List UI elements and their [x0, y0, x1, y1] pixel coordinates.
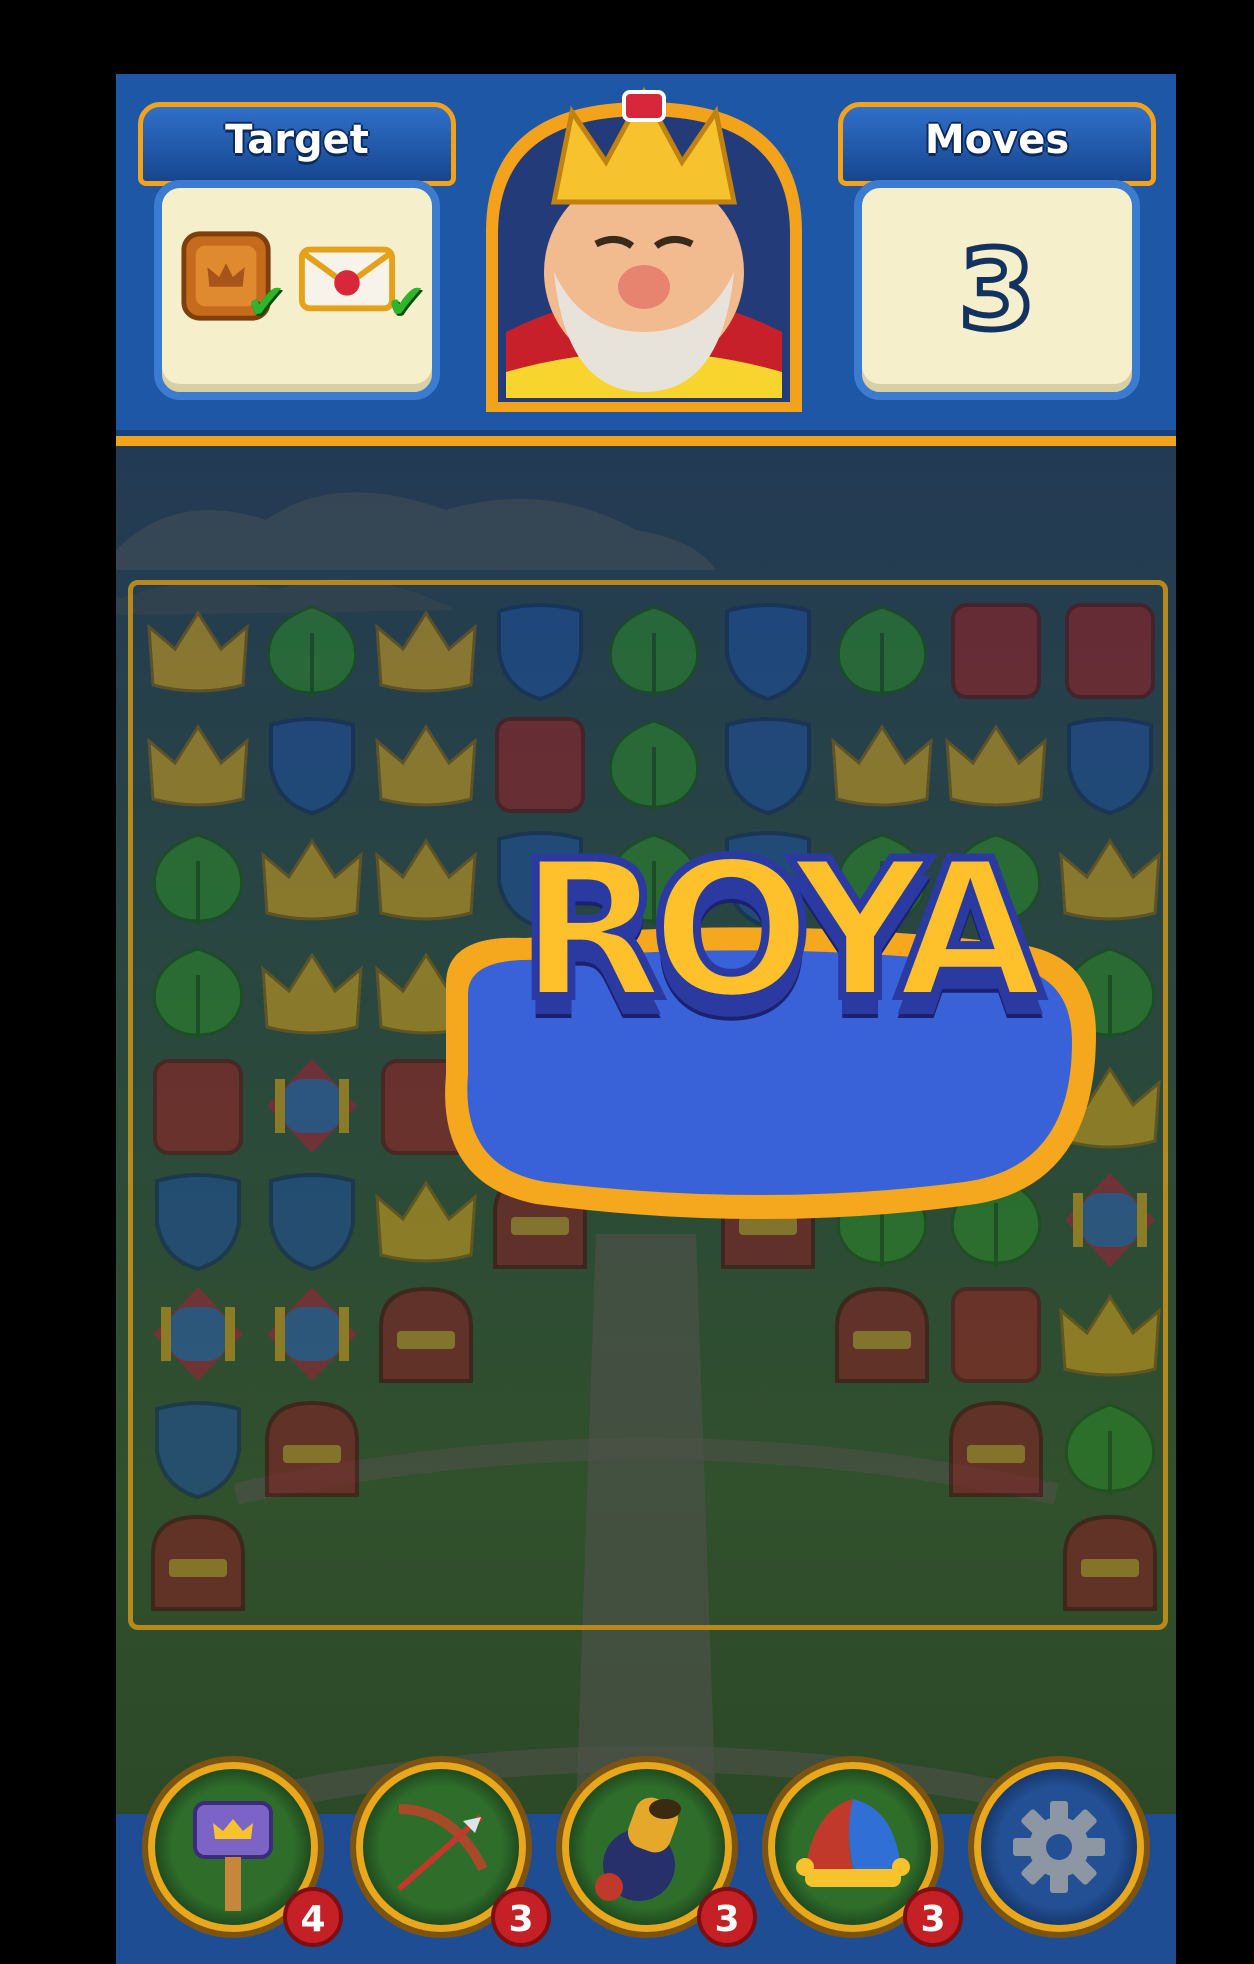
moves-count: 3: [956, 223, 1039, 357]
crown-tile[interactable]: [369, 593, 483, 707]
leaf-tile[interactable]: [141, 935, 255, 1049]
red-book-tile[interactable]: [939, 1277, 1053, 1391]
shield-tile[interactable]: [255, 1163, 369, 1277]
lantern-tile[interactable]: [255, 1277, 369, 1391]
envelope-icon: [298, 246, 396, 312]
moves-box: 3: [854, 180, 1140, 400]
arrow-booster-button[interactable]: 3: [356, 1762, 551, 1947]
red-book-tile[interactable]: [939, 593, 1053, 707]
moves-label: Moves: [924, 117, 1070, 163]
hammer-booster-button[interactable]: 4: [148, 1762, 343, 1947]
game-screen: Target ✔ ✔ Moves 3 ROYA 4 3 3 3: [116, 74, 1176, 1964]
red-book-tile[interactable]: [141, 1049, 255, 1163]
leaf-tile[interactable]: [825, 593, 939, 707]
target-box: ✔ ✔: [154, 180, 440, 400]
chest-tile[interactable]: [825, 1277, 939, 1391]
leaf-tile[interactable]: [255, 593, 369, 707]
jester-count-badge: 3: [903, 1887, 963, 1947]
logo-text: ROYA: [514, 816, 1048, 1045]
settings-gear-icon: [1013, 1801, 1105, 1893]
crown-tile[interactable]: [1053, 1277, 1167, 1391]
crown-tile[interactable]: [255, 935, 369, 1049]
shield-tile[interactable]: [255, 707, 369, 821]
royal-logo: ROYA: [416, 784, 1116, 1234]
chest-tile[interactable]: [1053, 1505, 1167, 1619]
target-1-check-icon: ✔: [246, 274, 287, 330]
moves-panel: Moves 3: [838, 102, 1156, 412]
shield-tile[interactable]: [711, 593, 825, 707]
king-portrait: [486, 86, 802, 412]
lantern-tile[interactable]: [255, 1049, 369, 1163]
moves-banner: Moves: [838, 102, 1156, 186]
chest-tile[interactable]: [939, 1391, 1053, 1505]
leaf-tile[interactable]: [141, 821, 255, 935]
chest-tile[interactable]: [141, 1505, 255, 1619]
lantern-tile[interactable]: [141, 1277, 255, 1391]
crown-tile[interactable]: [141, 593, 255, 707]
settings-button[interactable]: [974, 1762, 1144, 1932]
crown-tile[interactable]: [255, 821, 369, 935]
leaf-tile[interactable]: [597, 593, 711, 707]
shield-tile[interactable]: [141, 1391, 255, 1505]
chest-tile[interactable]: [369, 1277, 483, 1391]
chest-tile[interactable]: [255, 1391, 369, 1505]
shield-tile[interactable]: [483, 593, 597, 707]
target-label: Target: [225, 117, 369, 163]
cannon-booster-button[interactable]: 3: [562, 1762, 757, 1947]
target-banner: Target: [138, 102, 456, 186]
shield-tile[interactable]: [141, 1163, 255, 1277]
hud-header: Target ✔ ✔ Moves 3: [116, 74, 1176, 446]
crown-tile[interactable]: [141, 707, 255, 821]
target-2-check-icon: ✔: [386, 274, 427, 330]
leaf-tile[interactable]: [1053, 1391, 1167, 1505]
red-book-tile[interactable]: [1053, 593, 1167, 707]
target-panel: Target ✔ ✔: [138, 102, 456, 412]
hammer-count-badge: 4: [283, 1887, 343, 1947]
jester-booster-button[interactable]: 3: [768, 1762, 963, 1947]
cannon-count-badge: 3: [697, 1887, 757, 1947]
arrow-count-badge: 3: [491, 1887, 551, 1947]
